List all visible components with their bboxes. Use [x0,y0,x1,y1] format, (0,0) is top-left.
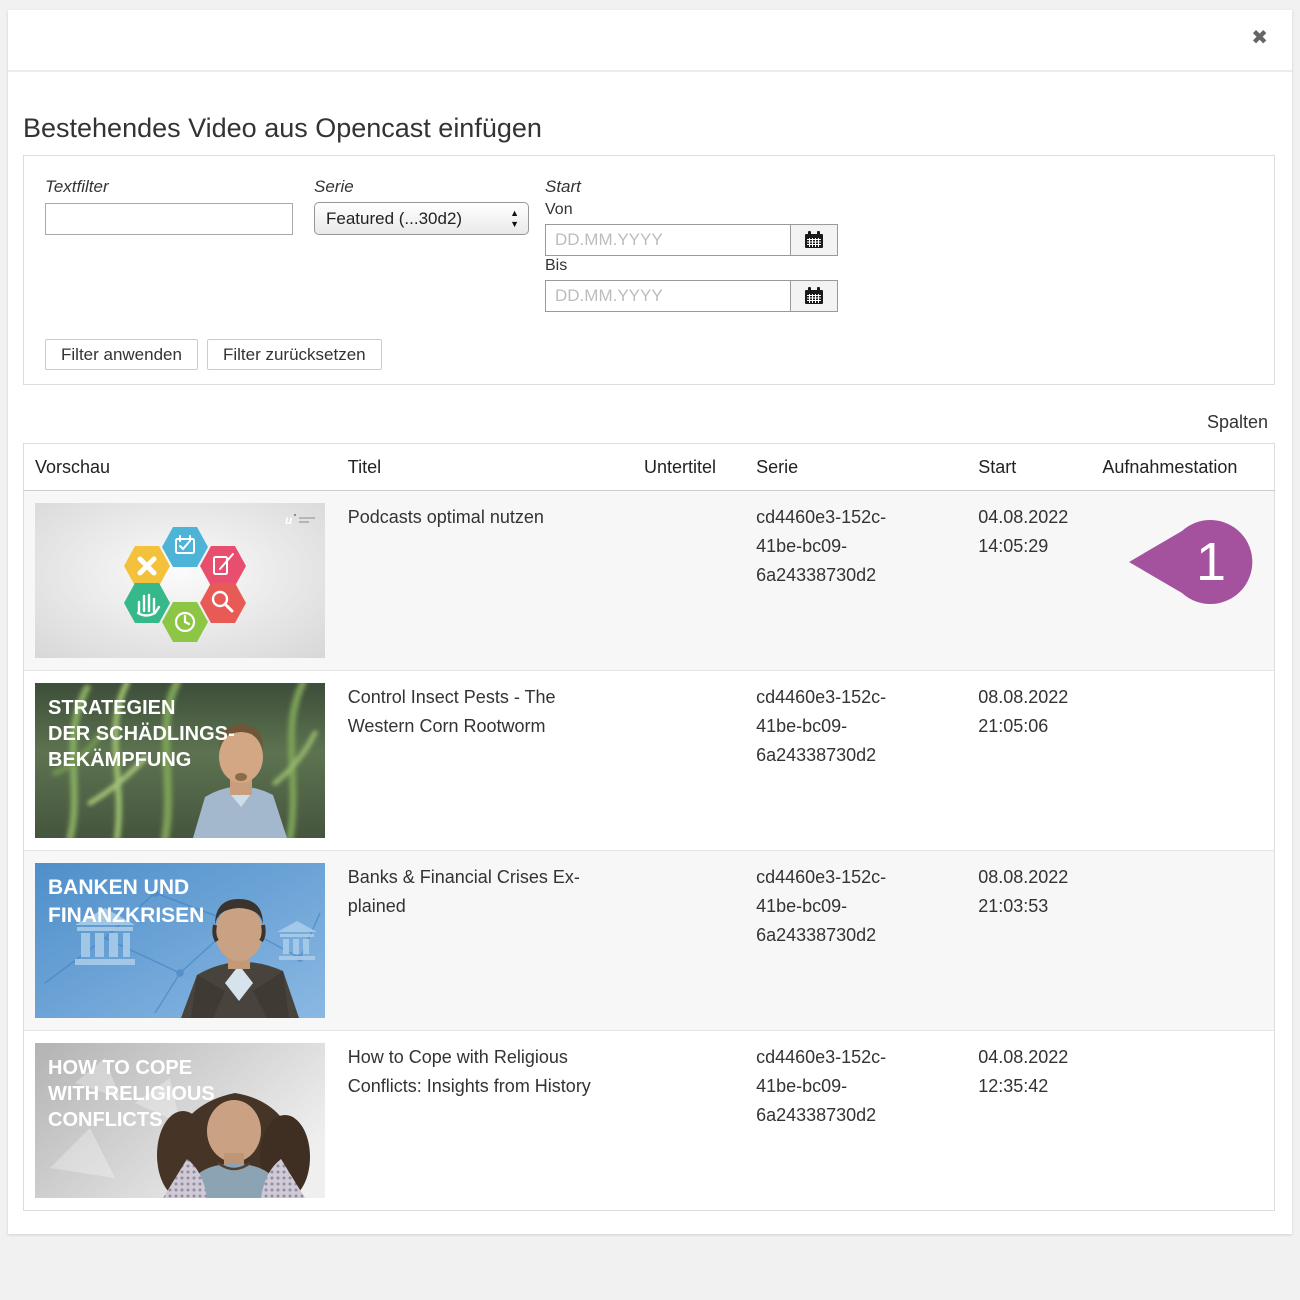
table-row[interactable]: STRATEGIEN DER SCHÄDLINGS- BEKÄMPFUNG Co… [24,671,1275,851]
calendar-icon [803,286,825,306]
table-row[interactable]: u [24,491,1275,671]
video-start: 08.08.2022 21:05:06 [978,683,1084,741]
thumb-caption-line: FINANZKRISEN [48,904,204,927]
video-thumbnail-religious-conflicts[interactable]: HOW TO COPE WITH RELIGIOUS CONFLICTS [35,1043,325,1198]
col-header-start[interactable]: Start [967,444,1091,491]
thumb-caption-line: BANKEN UND [48,876,189,899]
serie-select[interactable]: Featured (...30d2) ▲▼ [314,202,529,235]
col-header-vorschau[interactable]: Vorschau [24,444,337,491]
video-title[interactable]: Control Insect Pests - The Western Corn … [348,683,625,741]
filter-panel: Textfilter Serie Featured (...30d2) ▲▼ S… [23,155,1275,385]
thumb-caption-line: STRATEGIEN [48,697,175,719]
table-row[interactable]: HOW TO COPE WITH RELIGIOUS CONFLICTS How… [24,1031,1275,1211]
select-stepper-icon: ▲▼ [510,208,519,230]
video-serie: cd4460e3-152c-41be-bc09-6a24338730d2 [756,1043,914,1130]
video-title[interactable]: Podcasts optimal nutzen [348,503,625,532]
textfilter-label: Textfilter [45,177,109,197]
bis-calendar-button[interactable] [790,280,838,312]
col-header-serie[interactable]: Serie [745,444,967,491]
page-title: Bestehendes Video aus Opencast einfügen [23,113,542,144]
thumb-caption-line: WITH RELIGIOUS [48,1083,215,1105]
svg-text:u: u [285,513,293,527]
opencast-modal: ✖ Bestehendes Video aus Opencast einfüge… [8,10,1292,1234]
von-label: Von [545,201,573,219]
pin-number: 1 [1196,532,1226,592]
annotation-pin-1: 1 [1128,518,1255,606]
video-serie: cd4460e3-152c-41be-bc09-6a24338730d2 [756,863,914,950]
video-start: 04.08.2022 14:05:29 [978,503,1084,561]
von-date-group [545,224,838,256]
thumb-caption-line: HOW TO COPE [48,1057,192,1079]
bis-date-group [545,280,838,312]
video-start: 04.08.2022 12:35:42 [978,1043,1084,1101]
bis-label: Bis [545,257,567,275]
video-start: 08.08.2022 21:03:53 [978,863,1084,921]
video-serie: cd4460e3-152c-41be-bc09-6a24338730d2 [756,503,914,590]
spalten-button[interactable]: Spalten [1207,412,1268,433]
filter-apply-button[interactable]: Filter anwenden [45,339,198,370]
start-label: Start [545,177,581,197]
pin-shape [1129,520,1252,604]
col-header-titel[interactable]: Titel [337,444,633,491]
table-row[interactable]: BANKEN UND FINANZKRISEN Banks & Financia… [24,851,1275,1031]
video-thumbnail-podcasts[interactable]: u [35,503,325,658]
serie-selected-value: Featured (...30d2) [326,209,462,229]
textfilter-input[interactable] [45,203,293,235]
col-header-aufnahmestation[interactable]: Aufnahmestation [1091,444,1274,491]
serie-label: Serie [314,177,354,197]
video-thumbnail-banks[interactable]: BANKEN UND FINANZKRISEN [35,863,325,1018]
thumb-caption-line: CONFLICTS [48,1109,162,1131]
close-icon[interactable]: ✖ [1245,26,1274,48]
video-thumbnail-insect-pests[interactable]: STRATEGIEN DER SCHÄDLINGS- BEKÄMPFUNG [35,683,325,838]
video-title[interactable]: Banks & Financial Crises Ex­plained [348,863,625,921]
modal-header: ✖ [8,10,1292,72]
table-header-row: Vorschau Titel Untertitel Serie Start Au… [24,444,1275,491]
filter-buttons-row: Filter anwenden Filter zurücksetzen [45,339,382,370]
calendar-icon [803,230,825,250]
bis-date-input[interactable] [545,280,791,312]
von-date-input[interactable] [545,224,791,256]
video-table: Vorschau Titel Untertitel Serie Start Au… [23,443,1275,1211]
thumb-caption-line: BEKÄMPFUNG [48,748,191,771]
video-title[interactable]: How to Cope with Religious Conflicts: In… [348,1043,625,1101]
video-serie: cd4460e3-152c-41be-bc09-6a24338730d2 [756,683,914,770]
von-calendar-button[interactable] [790,224,838,256]
filter-reset-button[interactable]: Filter zurücksetzen [207,339,382,370]
thumb-caption-line: DER SCHÄDLINGS- [48,722,235,745]
col-header-untertitel[interactable]: Untertitel [633,444,745,491]
